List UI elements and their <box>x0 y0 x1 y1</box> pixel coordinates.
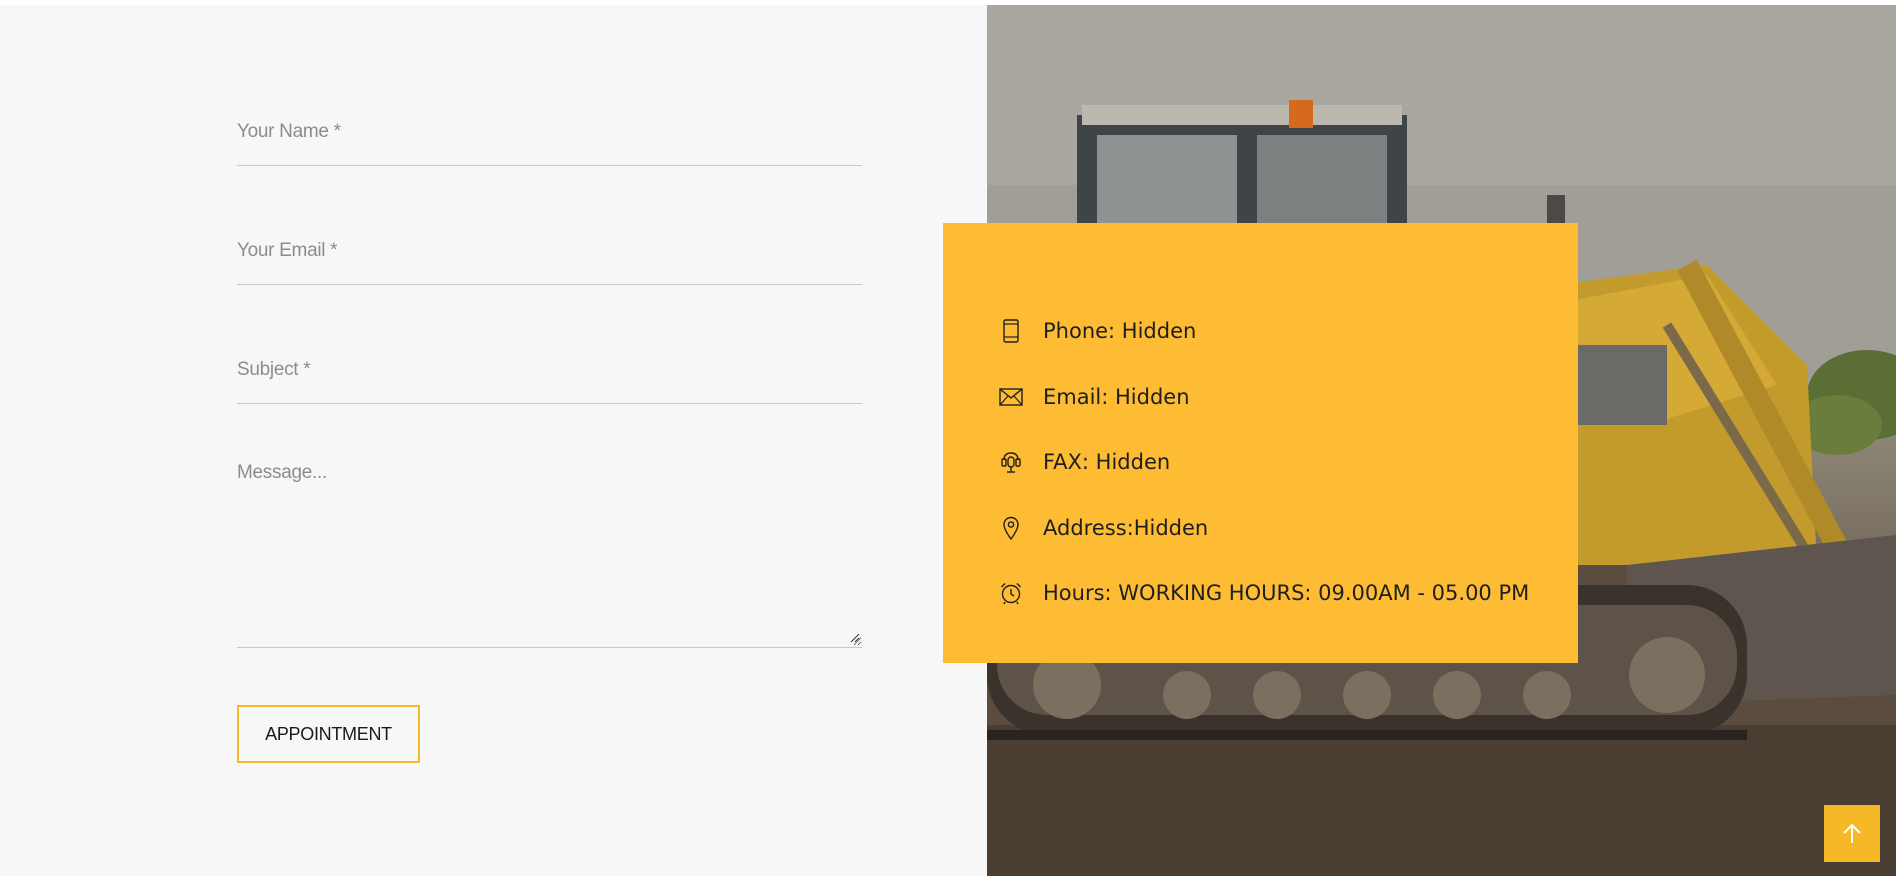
message-field-wrapper <box>237 456 862 648</box>
name-field-wrapper <box>237 112 862 166</box>
fax-icon <box>999 450 1023 474</box>
arrow-up-icon <box>1843 823 1861 843</box>
mobile-phone-icon <box>999 319 1023 343</box>
message-textarea[interactable] <box>237 456 862 646</box>
map-pin-icon <box>999 516 1023 540</box>
hours-text: Hours: WORKING HOURS: 09.00AM - 05.00 PM <box>1043 581 1530 605</box>
email-input[interactable] <box>237 231 862 271</box>
contact-info-box: Phone: Hidden Email: Hidden FAX: Hidden … <box>943 223 1578 663</box>
contact-item-fax: FAX: Hidden <box>999 442 1170 482</box>
back-to-top-button[interactable] <box>1824 805 1880 862</box>
alarm-clock-icon <box>999 581 1023 605</box>
email-field-wrapper <box>237 231 862 285</box>
subject-input[interactable] <box>237 350 862 390</box>
contact-item-email: Email: Hidden <box>999 377 1190 417</box>
page: APPOINTMENT <box>0 0 1896 876</box>
resize-handle-icon[interactable] <box>850 633 860 643</box>
contact-item-phone: Phone: Hidden <box>999 311 1196 351</box>
phone-text: Phone: Hidden <box>1043 319 1197 343</box>
contact-item-address: Address:Hidden <box>999 508 1208 548</box>
subject-field-wrapper <box>237 350 862 404</box>
appointment-button[interactable]: APPOINTMENT <box>237 705 420 763</box>
address-text: Address:Hidden <box>1043 516 1209 540</box>
name-input[interactable] <box>237 112 862 152</box>
email-text: Email: Hidden <box>1043 385 1190 409</box>
contact-item-hours: Hours: WORKING HOURS: 09.00AM - 05.00 PM <box>999 573 1529 613</box>
envelope-icon <box>999 385 1023 409</box>
fax-text: FAX: Hidden <box>1043 450 1171 474</box>
